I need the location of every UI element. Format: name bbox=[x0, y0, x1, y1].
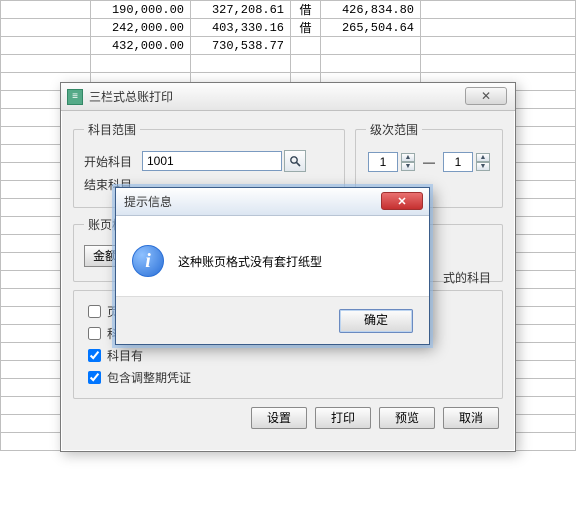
table-cell bbox=[91, 55, 191, 73]
subject-has-checkbox[interactable]: 科目有 bbox=[84, 346, 492, 365]
info-icon: i bbox=[132, 245, 164, 277]
level-from-spinner[interactable]: ▲▼ bbox=[401, 153, 415, 171]
settings-button[interactable]: 设置 bbox=[251, 407, 307, 429]
table-cell bbox=[1, 55, 91, 73]
table-cell: 242,000.00 bbox=[91, 19, 191, 37]
table-cell bbox=[321, 55, 421, 73]
message-box: 提示信息 ✕ i 这种账页格式没有套打纸型 确定 bbox=[115, 187, 430, 345]
table-cell bbox=[291, 55, 321, 73]
message-text: 这种账页格式没有套打纸型 bbox=[178, 253, 322, 270]
table-cell: 265,504.64 bbox=[321, 19, 421, 37]
subject-range-legend: 科目范围 bbox=[84, 121, 140, 138]
table-cell bbox=[421, 19, 576, 37]
message-titlebar[interactable]: 提示信息 ✕ bbox=[116, 188, 429, 216]
message-close-button[interactable]: ✕ bbox=[381, 192, 423, 210]
table-cell bbox=[1, 19, 91, 37]
table-cell: 426,834.80 bbox=[321, 1, 421, 19]
table-cell: 403,330.16 bbox=[191, 19, 291, 37]
table-cell: 327,208.61 bbox=[191, 1, 291, 19]
table-cell: 432,000.00 bbox=[91, 37, 191, 55]
table-cell: 借 bbox=[291, 19, 321, 37]
table-cell: 190,000.00 bbox=[91, 1, 191, 19]
cancel-button[interactable]: 取消 bbox=[443, 407, 499, 429]
level-range-legend: 级次范围 bbox=[366, 121, 422, 138]
table-cell: 借 bbox=[291, 1, 321, 19]
preview-button[interactable]: 预览 bbox=[379, 407, 435, 429]
table-cell bbox=[421, 37, 576, 55]
table-cell bbox=[191, 55, 291, 73]
table-cell bbox=[1, 37, 91, 55]
dialog-title: 三栏式总账打印 bbox=[89, 88, 173, 105]
dialog-close-button[interactable]: ✕ bbox=[465, 87, 507, 105]
message-title: 提示信息 bbox=[124, 193, 172, 210]
start-subject-label: 开始科目 bbox=[84, 153, 142, 170]
format-right-text: 式的科目 bbox=[443, 269, 491, 286]
dialog-titlebar[interactable]: ≡ 三栏式总账打印 ✕ bbox=[61, 83, 515, 111]
include-adj-checkbox[interactable]: 包含调整期凭证 bbox=[84, 368, 492, 387]
table-cell bbox=[421, 55, 576, 73]
table-cell bbox=[1, 1, 91, 19]
app-icon: ≡ bbox=[67, 89, 83, 105]
table-cell: 730,538.77 bbox=[191, 37, 291, 55]
ok-button[interactable]: 确定 bbox=[339, 309, 413, 333]
start-subject-input[interactable] bbox=[142, 151, 282, 171]
level-dash: — bbox=[423, 155, 435, 169]
print-button[interactable]: 打印 bbox=[315, 407, 371, 429]
table-cell bbox=[321, 37, 421, 55]
level-from-input[interactable] bbox=[368, 152, 398, 172]
level-to-input[interactable] bbox=[443, 152, 473, 172]
search-icon bbox=[289, 155, 301, 167]
level-to-spinner[interactable]: ▲▼ bbox=[476, 153, 490, 171]
table-cell bbox=[291, 37, 321, 55]
lookup-button[interactable] bbox=[284, 150, 306, 172]
table-cell bbox=[421, 1, 576, 19]
